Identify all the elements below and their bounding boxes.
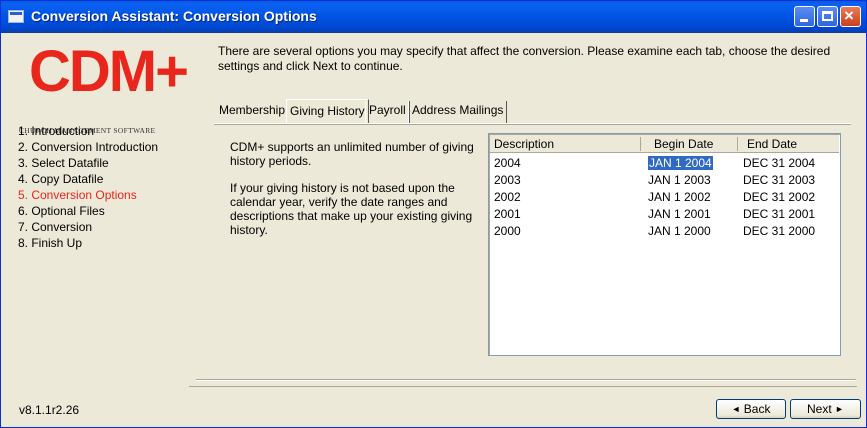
minimize-icon (800, 19, 808, 22)
row-end-date[interactable]: DEC 31 2003 (743, 173, 815, 187)
column-header-description[interactable]: Description (494, 137, 554, 151)
arrow-left-icon: ◄ (731, 404, 741, 414)
row-begin-date[interactable]: JAN 1 2003 (648, 173, 711, 187)
logo-wordmark: CDM+ (29, 39, 189, 104)
maximize-button[interactable] (817, 6, 838, 27)
row-description[interactable]: 2002 (494, 190, 521, 204)
row-end-date[interactable]: DEC 31 2002 (743, 190, 815, 204)
wizard-steps: 1. Introduction 2. Conversion Introducti… (18, 123, 158, 251)
divider (189, 386, 857, 387)
row-description[interactable]: 2004 (494, 156, 521, 170)
row-begin-date[interactable]: JAN 1 2001 (648, 207, 711, 221)
minimize-button[interactable] (794, 6, 815, 27)
step-copy-datafile: 4. Copy Datafile (18, 172, 104, 186)
step-conversion-options: 5. Conversion Options (18, 188, 137, 202)
step-introduction: 1. Introduction (18, 124, 95, 138)
tab-payroll[interactable]: Payroll (365, 101, 410, 123)
close-button[interactable]: × (840, 6, 861, 27)
tab-address-mailings[interactable]: Address Mailings (408, 101, 508, 123)
giving-description-2: If your giving history is not based upon… (230, 181, 473, 237)
giving-periods-list[interactable]: Description Begin Date End Date 2004 JAN… (488, 133, 841, 356)
conversion-assistant-window: Conversion Assistant: Conversion Options… (0, 0, 867, 428)
tab-membership[interactable]: Membership (216, 101, 288, 123)
column-header-end-date[interactable]: End Date (747, 137, 797, 151)
arrow-right-icon: ► (835, 404, 844, 414)
tab-panel-border (214, 123, 851, 125)
next-button-label: Next (807, 402, 832, 416)
row-description[interactable]: 2000 (494, 224, 521, 238)
window-app-icon (8, 10, 24, 23)
close-icon: × (844, 6, 854, 25)
row-description[interactable]: 2001 (494, 207, 521, 221)
maximize-icon (822, 11, 833, 21)
list-row[interactable]: 2000 JAN 1 2000 DEC 31 2000 (490, 223, 839, 239)
list-row[interactable]: 2001 JAN 1 2001 DEC 31 2001 (490, 206, 839, 222)
instructions-text: There are several options you may specif… (218, 44, 831, 73)
row-begin-date[interactable]: JAN 1 2002 (648, 190, 711, 204)
back-button[interactable]: ◄ Back (716, 399, 786, 419)
row-begin-date[interactable]: JAN 1 2000 (648, 224, 711, 238)
step-optional-files: 6. Optional Files (18, 204, 105, 218)
window-title: Conversion Assistant: Conversion Options (31, 8, 317, 24)
row-description[interactable]: 2003 (494, 173, 521, 187)
step-conversion: 7. Conversion (18, 220, 93, 234)
title-bar[interactable]: Conversion Assistant: Conversion Options… (1, 1, 866, 33)
column-divider[interactable] (640, 137, 641, 151)
step-select-datafile: 3. Select Datafile (18, 156, 109, 170)
list-header: Description Begin Date End Date (490, 135, 839, 153)
version-label: v8.1.1r2.26 (19, 403, 80, 417)
column-divider[interactable] (737, 137, 738, 151)
giving-description-1: CDM+ supports an unlimited number of giv… (230, 140, 474, 168)
tab-giving-history[interactable]: Giving History (286, 99, 369, 123)
next-button[interactable]: Next ► (790, 399, 861, 419)
divider (196, 380, 856, 381)
column-header-begin-date[interactable]: Begin Date (654, 137, 713, 151)
row-end-date[interactable]: DEC 31 2004 (743, 156, 815, 170)
step-conversion-introduction: 2. Conversion Introduction (18, 140, 159, 154)
step-finish-up: 8. Finish Up (18, 236, 83, 250)
list-row[interactable]: 2004 JAN 1 2004 DEC 31 2004 (490, 155, 839, 171)
row-end-date[interactable]: DEC 31 2000 (743, 224, 815, 238)
row-begin-date[interactable]: JAN 1 2004 (648, 156, 713, 170)
back-button-label: Back (743, 402, 771, 416)
row-end-date[interactable]: DEC 31 2001 (743, 207, 815, 221)
list-row[interactable]: 2002 JAN 1 2002 DEC 31 2002 (490, 189, 839, 205)
list-row[interactable]: 2003 JAN 1 2003 DEC 31 2003 (490, 172, 839, 188)
